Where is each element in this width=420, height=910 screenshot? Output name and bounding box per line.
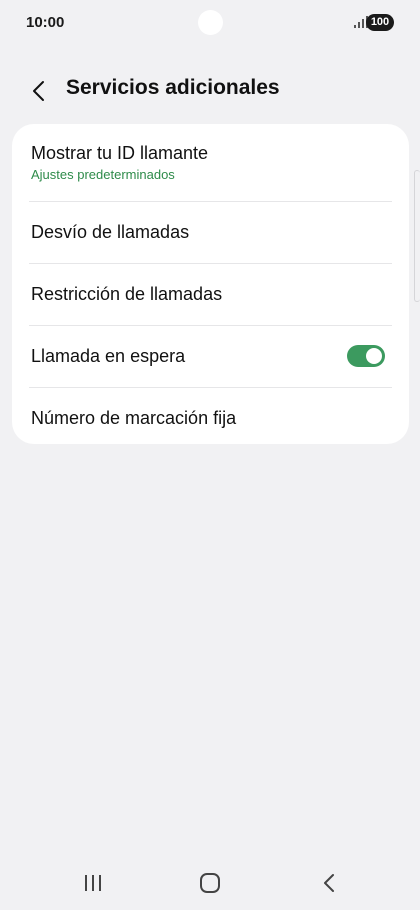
battery-icon: 100 xyxy=(366,14,394,31)
chevron-left-icon xyxy=(33,81,44,101)
recents-icon xyxy=(85,875,101,891)
setting-call-barring[interactable]: Restricción de llamadas xyxy=(12,264,409,325)
setting-label: Desvío de llamadas xyxy=(31,222,190,242)
back-icon xyxy=(324,874,334,892)
home-button[interactable] xyxy=(190,868,230,898)
header: Servicios adicionales xyxy=(0,66,420,114)
settings-card: Mostrar tu ID llamante Ajustes predeterm… xyxy=(12,124,409,444)
nav-back-button[interactable] xyxy=(309,868,349,898)
navigation-bar xyxy=(0,858,420,910)
recents-button[interactable] xyxy=(73,868,113,898)
setting-call-forwarding[interactable]: Desvío de llamadas xyxy=(12,202,409,263)
setting-label: Llamada en espera xyxy=(31,346,186,366)
setting-label: Número de marcación fija xyxy=(31,408,237,428)
status-time: 10:00 xyxy=(26,14,65,31)
setting-label: Restricción de llamadas xyxy=(31,284,223,304)
setting-fixed-dialing[interactable]: Número de marcación fija xyxy=(12,388,409,444)
back-button[interactable] xyxy=(24,76,54,106)
setting-caller-id[interactable]: Mostrar tu ID llamante Ajustes predeterm… xyxy=(12,124,409,201)
setting-label: Mostrar tu ID llamante xyxy=(31,143,209,163)
screen: 10:00 100 Servicios adicionales Mostrar … xyxy=(0,0,420,910)
home-icon xyxy=(200,873,220,893)
toggle-knob xyxy=(366,348,382,364)
scroll-indicator[interactable] xyxy=(414,170,420,302)
camera-cutout xyxy=(198,10,223,35)
call-waiting-toggle[interactable] xyxy=(347,345,385,367)
status-bar: 10:00 100 xyxy=(0,0,420,46)
page-title: Servicios adicionales xyxy=(66,76,280,99)
setting-sublabel: Ajustes predeterminados xyxy=(31,167,175,182)
setting-call-waiting[interactable]: Llamada en espera xyxy=(12,326,409,387)
